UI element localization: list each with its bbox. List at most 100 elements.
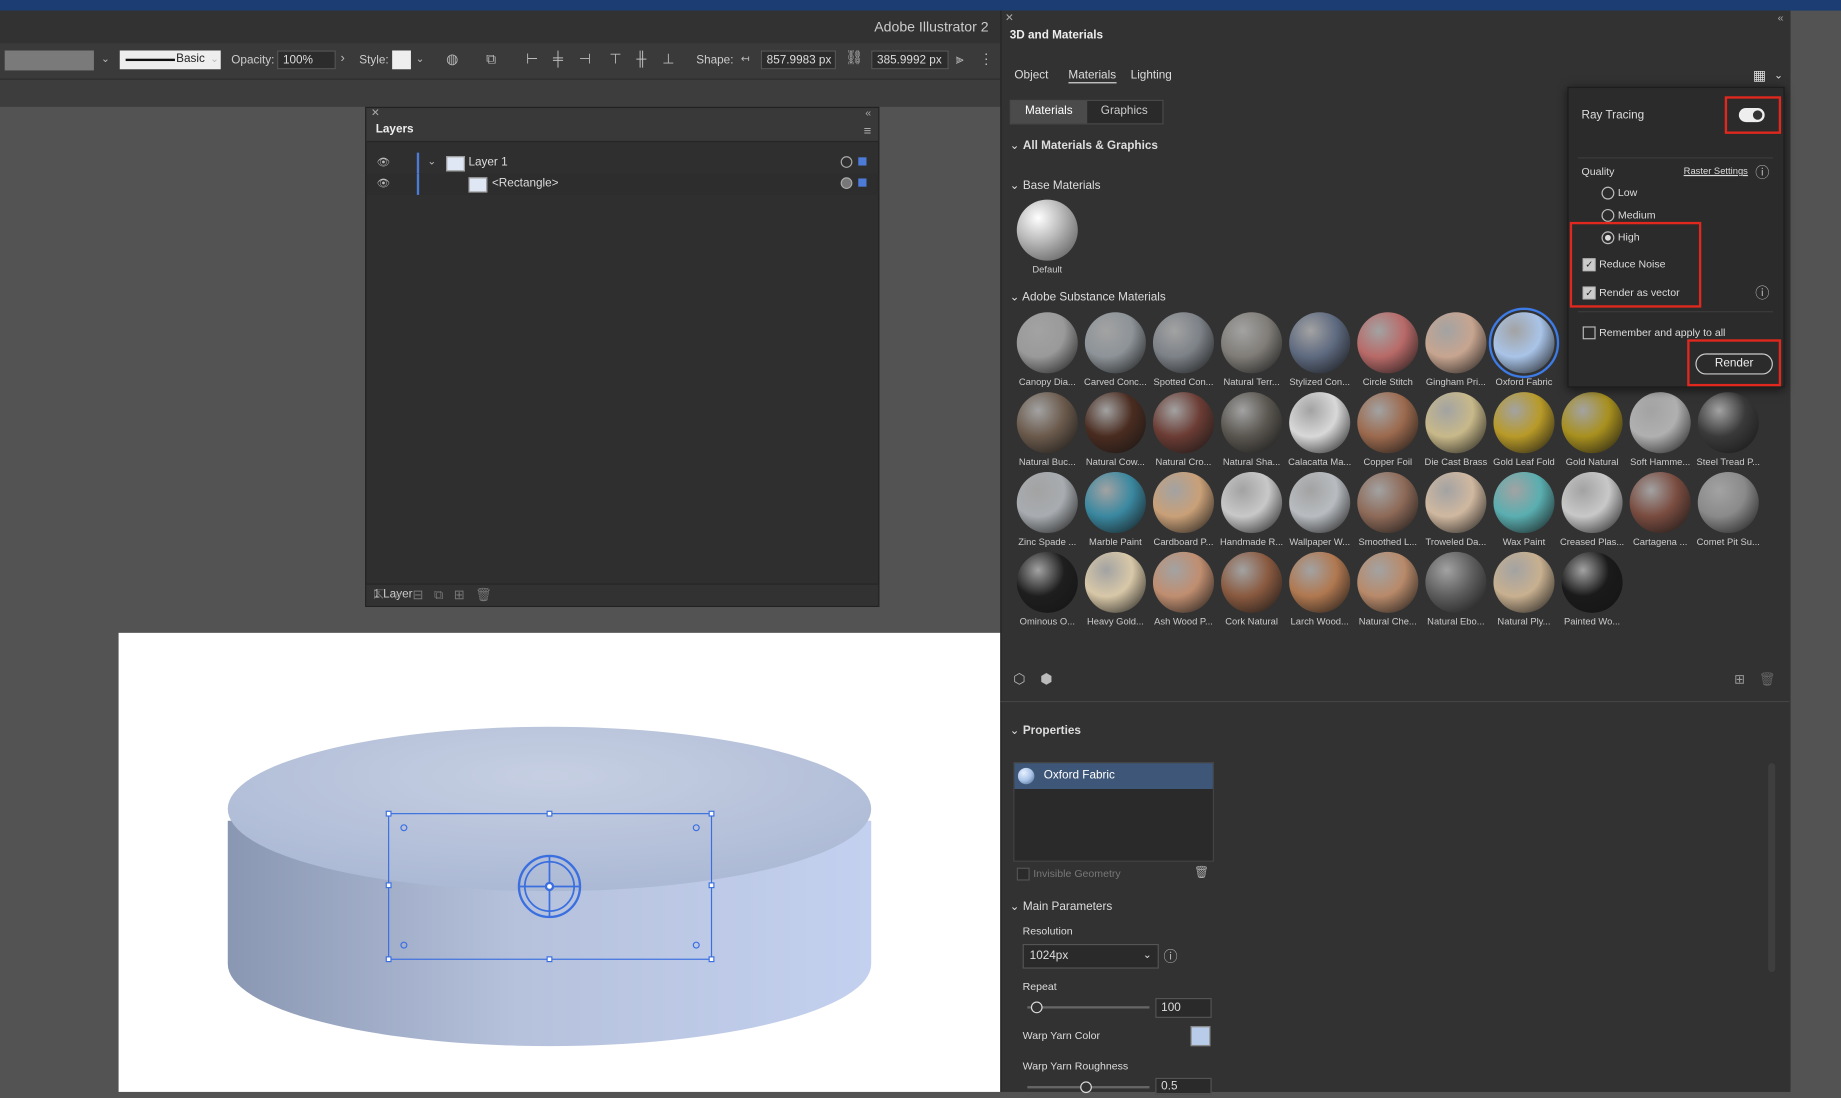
material-swatch[interactable] [1289, 312, 1351, 374]
trash-icon[interactable]: 🗑 [1759, 672, 1775, 687]
material-swatch[interactable] [1357, 471, 1419, 534]
target-icon[interactable] [840, 156, 853, 168]
opacity-input[interactable]: 100% [277, 50, 336, 70]
material-swatch[interactable] [1152, 471, 1215, 534]
material-swatch[interactable] [1697, 471, 1759, 534]
trash-icon[interactable]: 🗑 [1194, 866, 1209, 879]
tab-object[interactable]: Object [1014, 69, 1048, 82]
material-swatch[interactable] [1493, 551, 1555, 613]
material-swatch[interactable] [1697, 392, 1759, 454]
layer-actions-icons[interactable]: ⇱⌕⊟⧉⊞🗑 [373, 587, 852, 603]
raster-settings-link[interactable]: Raster Settings [1684, 166, 1748, 177]
material-swatch[interactable] [1425, 551, 1487, 613]
material-swatch[interactable] [1561, 392, 1623, 454]
align-left-icon[interactable]: ⊢ [526, 50, 538, 66]
quality-low-radio[interactable] [1601, 186, 1615, 200]
chevron-down-icon[interactable]: ⌄ [427, 155, 436, 168]
chevron-down-icon[interactable]: ⌄ [101, 53, 110, 66]
base-materials-header[interactable]: ⌄ Base Materials [1010, 180, 1101, 193]
material-swatch[interactable] [1016, 471, 1078, 534]
material-swatch[interactable] [1221, 392, 1283, 454]
quality-medium-radio[interactable] [1601, 208, 1615, 222]
3d-search-icon[interactable]: ⬢ [1040, 670, 1052, 686]
height-input[interactable]: 385.9992 px [871, 50, 949, 70]
material-swatch[interactable] [1357, 392, 1419, 454]
layer-row[interactable]: 👁 <Rectangle> [366, 173, 879, 195]
sub-tab-materials[interactable]: Materials [1010, 100, 1087, 124]
tab-layers[interactable]: Layers [376, 123, 414, 136]
resolution-dropdown[interactable]: 1024px ⌄ [1022, 943, 1159, 969]
main-parameters-header[interactable]: ⌄ Main Parameters [1010, 901, 1113, 914]
material-swatch[interactable] [1493, 392, 1555, 454]
repeat-slider[interactable] [1027, 1006, 1150, 1009]
graphic-style-swatch[interactable] [392, 50, 411, 70]
material-swatch[interactable] [1152, 312, 1215, 374]
3d-cylinder-artwork[interactable] [119, 633, 1001, 1092]
material-swatch[interactable] [1357, 551, 1419, 613]
close-icon[interactable]: ✕ [371, 107, 380, 120]
recolor-icon[interactable]: ◍ [446, 50, 458, 66]
align-right-icon[interactable]: ⊣ [579, 50, 591, 66]
align-middle-icon[interactable]: ╫ [636, 50, 646, 66]
transform-icon[interactable]: ⧉ [486, 50, 496, 68]
info-icon[interactable]: ⓘ [1755, 162, 1769, 182]
material-swatch[interactable] [1016, 551, 1078, 613]
material-swatch[interactable] [1488, 307, 1560, 379]
panel-menu-icon[interactable]: ≡ [864, 124, 872, 138]
list-item[interactable]: Oxford Fabric [1014, 763, 1213, 789]
material-swatch[interactable] [1425, 312, 1487, 374]
material-swatch[interactable] [1016, 392, 1078, 454]
eye-icon[interactable]: 👁 [377, 177, 390, 190]
material-swatch[interactable] [1629, 471, 1691, 534]
align-center-icon[interactable]: ╪ [553, 50, 563, 66]
material-swatch[interactable] [1561, 551, 1623, 613]
chevron-down-icon[interactable]: ⌄ [210, 53, 219, 66]
tab-materials[interactable]: Materials [1068, 69, 1117, 84]
material-swatch[interactable] [1357, 312, 1419, 374]
material-swatch[interactable] [1493, 471, 1555, 534]
align-bottom-icon[interactable]: ⊥ [662, 50, 674, 66]
material-swatch[interactable] [1084, 471, 1146, 534]
eye-icon[interactable]: 👁 [377, 156, 390, 169]
material-swatch[interactable] [1425, 471, 1487, 534]
3d-object-icon[interactable]: ⬡ [1013, 670, 1025, 686]
align-top-icon[interactable]: ⊤ [609, 50, 621, 66]
link-icon[interactable]: ⛓ [845, 49, 863, 65]
material-swatch[interactable] [1084, 312, 1146, 374]
material-swatch[interactable] [1152, 392, 1215, 454]
selection-indicator[interactable] [858, 178, 867, 187]
width-input[interactable]: 857.9983 px [760, 50, 836, 70]
material-swatch[interactable] [1221, 471, 1283, 534]
selection-indicator[interactable] [858, 157, 867, 166]
tab-lighting[interactable]: Lighting [1131, 69, 1172, 82]
material-default[interactable] [1016, 199, 1078, 261]
target-icon[interactable] [840, 177, 853, 190]
slider-thumb[interactable] [1030, 1001, 1043, 1014]
chevron-right-icon[interactable]: › [340, 52, 344, 66]
material-swatch[interactable] [1629, 392, 1691, 454]
material-swatch[interactable] [1084, 551, 1146, 613]
chevron-down-icon[interactable]: ⌄ [1774, 69, 1783, 82]
info-icon[interactable]: ⓘ [1164, 946, 1178, 966]
collapse-icon[interactable]: « [1778, 12, 1784, 24]
layer-row[interactable]: 👁 ⌄ Layer 1 [366, 152, 878, 174]
collapse-icon[interactable]: « [865, 107, 871, 119]
material-swatch[interactable] [1289, 392, 1351, 454]
more-options-icon[interactable]: ⋮ [979, 50, 993, 66]
slider-thumb[interactable] [1080, 1081, 1092, 1094]
chevron-down-icon[interactable]: ⌄ [416, 53, 425, 66]
material-swatch[interactable] [1221, 551, 1283, 613]
scrollbar[interactable] [1768, 763, 1776, 973]
invisible-geometry-checkbox[interactable] [1016, 867, 1030, 881]
material-swatch[interactable] [1221, 312, 1283, 374]
material-swatch[interactable] [1152, 551, 1215, 613]
render-settings-icon[interactable]: ▦ [1753, 67, 1766, 83]
material-swatch[interactable] [1289, 471, 1351, 534]
substance-materials-header[interactable]: ⌄ Adobe Substance Materials [1010, 291, 1166, 304]
material-swatch[interactable] [1561, 471, 1623, 534]
artboard[interactable] [118, 632, 1001, 1092]
material-swatch[interactable] [1425, 392, 1487, 454]
info-icon[interactable]: ⓘ [1755, 283, 1769, 303]
warp-yarn-color-swatch[interactable] [1190, 1026, 1211, 1047]
material-swatch[interactable] [1016, 312, 1078, 374]
